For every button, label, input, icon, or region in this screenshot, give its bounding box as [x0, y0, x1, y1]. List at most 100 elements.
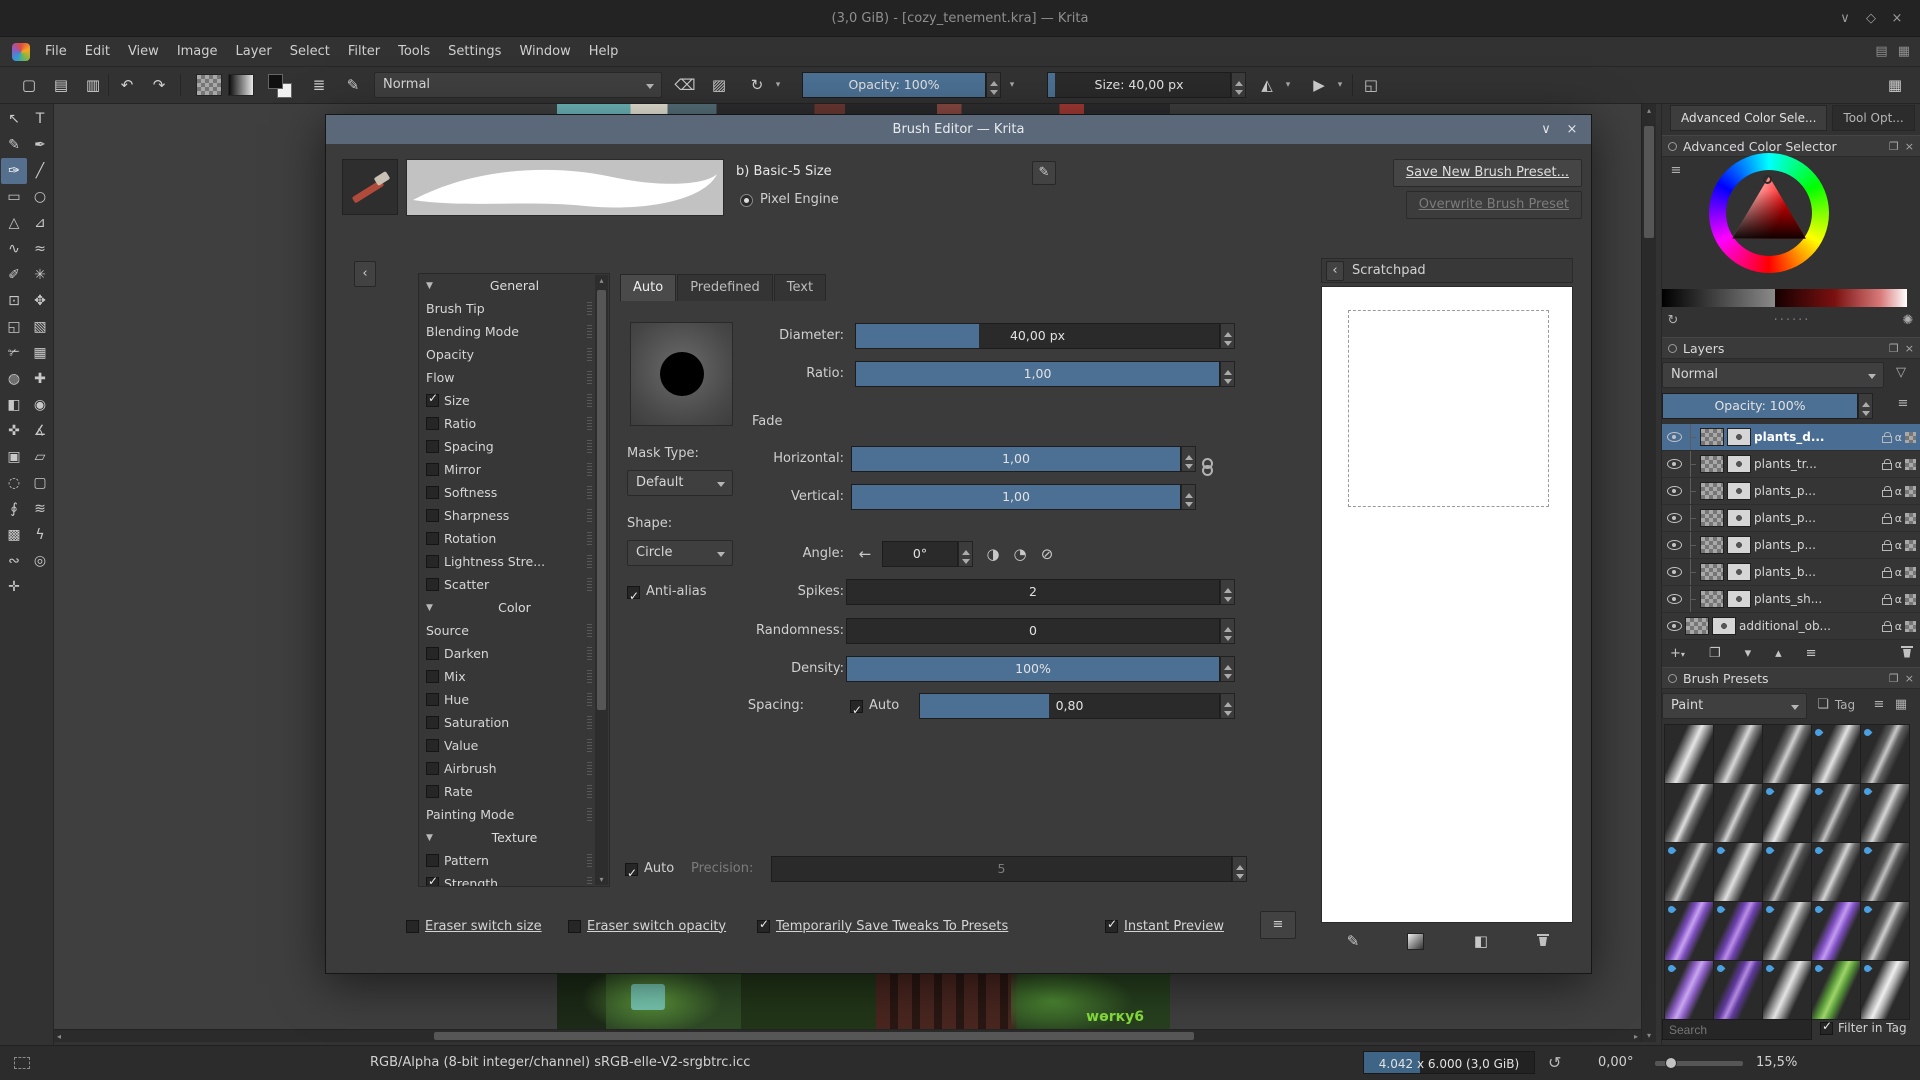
precision-auto-checkbox[interactable]: [625, 860, 638, 886]
tool-color-sampler[interactable]: ✃: [1, 340, 27, 366]
drag-handle-icon[interactable]: [587, 670, 592, 683]
option-checkbox[interactable]: [426, 391, 439, 407]
foreground-color-swatch[interactable]: [268, 74, 283, 89]
drag-handle-icon[interactable]: [587, 555, 592, 568]
section-collapse-icon[interactable]: ▼: [426, 603, 433, 613]
option-checkbox[interactable]: [426, 854, 439, 867]
tool-polyline[interactable]: ⊿: [27, 210, 53, 236]
spikes-spin[interactable]: [1220, 579, 1235, 605]
tool-freehand-select[interactable]: ∮: [1, 496, 27, 522]
tool-magnetic-select[interactable]: ϟ: [27, 522, 53, 548]
tool-assistants[interactable]: ✜: [1, 418, 27, 444]
brush-option-spacing[interactable]: Spacing: [419, 435, 609, 458]
brush-option-texture[interactable]: ▼ Texture: [419, 826, 609, 849]
dialog-titlebar[interactable]: Brush Editor — Krita: [326, 115, 1591, 144]
option-checkbox[interactable]: [426, 762, 439, 775]
brush-tab-text[interactable]: Text: [773, 274, 827, 301]
brush-option-brush-tip[interactable]: Brush Tip: [419, 297, 609, 320]
brush-option-ratio[interactable]: Ratio: [419, 412, 609, 435]
section-collapse-icon[interactable]: ▼: [426, 281, 433, 291]
show-workspace-icon[interactable]: ▦: [1882, 72, 1908, 98]
inherit-alpha-icon[interactable]: [1905, 566, 1916, 578]
brush-option-painting-mode[interactable]: Painting Mode: [419, 803, 609, 826]
layer-visibility-icon[interactable]: [1667, 567, 1682, 577]
brush-preset-9[interactable]: [1812, 784, 1860, 842]
canvas-vertical-scrollbar[interactable]: ▴ ▾: [1641, 104, 1656, 1042]
size-spin[interactable]: [1231, 72, 1246, 98]
brush-preset-25[interactable]: [1861, 961, 1909, 1019]
layer-thumbnail[interactable]: [1700, 482, 1724, 500]
brush-preset-13[interactable]: [1763, 843, 1811, 901]
layer-name[interactable]: plants_sh...: [1754, 592, 1879, 606]
tool-calligraphy[interactable]: ✒: [27, 132, 53, 158]
save-tweaks-option[interactable]: Temporarily Save Tweaks To Presets: [757, 915, 1008, 937]
menu-image[interactable]: Image: [168, 37, 227, 67]
float-docker-icon[interactable]: ❐: [1889, 672, 1899, 685]
option-checkbox[interactable]: [426, 509, 439, 522]
tool-enclose-fill[interactable]: ◉: [27, 392, 53, 418]
brush-preset-24[interactable]: [1812, 961, 1860, 1019]
brush-option-darken[interactable]: Darken: [419, 642, 609, 665]
layer-row-plants-p[interactable]: plants_p... α: [1662, 532, 1920, 559]
randomness-spin[interactable]: [1220, 618, 1235, 644]
density-spin[interactable]: [1220, 656, 1235, 682]
tool-zoom[interactable]: ◎: [27, 548, 53, 574]
option-checkbox[interactable]: [426, 578, 439, 591]
diameter-slider[interactable]: 40,00 px: [855, 323, 1220, 349]
close-docker-icon[interactable]: ×: [1905, 342, 1914, 355]
brush-tab-predefined[interactable]: Predefined: [677, 274, 773, 301]
option-checkbox[interactable]: [426, 647, 439, 660]
layer-lock-icon[interactable]: [1881, 458, 1892, 470]
hsv-triangle[interactable]: [1732, 176, 1806, 239]
color-selector-header[interactable]: Advanced Color Selector ❐ ×: [1662, 135, 1920, 157]
spacing-auto-checkbox[interactable]: [850, 697, 863, 723]
close-docker-icon[interactable]: ×: [1905, 672, 1914, 685]
choose-brush-preset-icon[interactable]: ≣: [306, 72, 332, 98]
inherit-alpha-icon[interactable]: [1905, 431, 1916, 443]
filter-in-tag-checkbox[interactable]: [1820, 1019, 1833, 1035]
save-new-brush-preset-button[interactable]: Save New Brush Preset...: [1392, 159, 1582, 187]
menu-view[interactable]: View: [119, 37, 168, 67]
drag-handle-icon[interactable]: [587, 647, 592, 660]
scroll-down-icon[interactable]: ▾: [1642, 1031, 1656, 1040]
brush-preset-2[interactable]: [1714, 725, 1762, 783]
overwrite-brush-preset-button[interactable]: Overwrite Brush Preset: [1405, 191, 1582, 219]
tool-move[interactable]: ✥: [27, 288, 53, 314]
inherit-alpha-icon[interactable]: [1905, 539, 1916, 551]
inherit-alpha-icon[interactable]: [1905, 485, 1916, 497]
tool-fill[interactable]: ◧: [1, 392, 27, 418]
layer-thumbnail[interactable]: [1685, 617, 1709, 635]
option-checkbox[interactable]: [426, 693, 439, 706]
pattern-chooser[interactable]: [228, 74, 254, 96]
scratchpad-fill-icon[interactable]: ◧: [1471, 931, 1491, 951]
layer-thumbnail[interactable]: [1700, 590, 1724, 608]
drag-handle-icon[interactable]: [587, 348, 592, 361]
tool-pan[interactable]: ✛: [1, 574, 27, 600]
layer-blending-dropdown[interactable]: Normal: [1662, 362, 1884, 388]
inherit-alpha-icon[interactable]: [1905, 458, 1916, 470]
layer-visibility-icon[interactable]: [1667, 513, 1682, 523]
tool-select-shapes[interactable]: ↖: [1, 106, 27, 132]
menu-layer[interactable]: Layer: [227, 37, 281, 67]
layer-name[interactable]: plants_tr...: [1754, 457, 1879, 471]
fade-vertical-spin[interactable]: [1181, 484, 1196, 510]
tool-reference-images[interactable]: ▣: [1, 444, 27, 470]
list-view-icon[interactable]: ≡: [1870, 696, 1888, 714]
alpha-lock-icon[interactable]: α: [1895, 485, 1902, 498]
preset-search-input[interactable]: [1662, 1019, 1812, 1040]
alpha-lock-icon[interactable]: α: [1895, 431, 1902, 444]
reset-rotation-icon[interactable]: ↺: [1548, 1045, 1561, 1080]
layer-row-plants-sh[interactable]: plants_sh... α: [1662, 586, 1920, 613]
layer-lock-icon[interactable]: [1881, 485, 1892, 497]
brush-preset-5[interactable]: [1861, 725, 1909, 783]
ratio-slider[interactable]: 1,00: [855, 361, 1220, 387]
option-checkbox[interactable]: [426, 739, 439, 752]
brush-option-general[interactable]: ▼ General: [419, 274, 609, 297]
menu-window[interactable]: Window: [510, 37, 579, 67]
brush-preset-21[interactable]: [1665, 961, 1713, 1019]
brush-option-value[interactable]: Value: [419, 734, 609, 757]
option-checkbox[interactable]: [426, 486, 439, 499]
angle-quarter-icon[interactable]: ◔: [1009, 541, 1031, 567]
angle-compass-icon[interactable]: ⊘: [1036, 541, 1058, 567]
window-maximize-icon[interactable]: ◇: [1858, 0, 1884, 37]
